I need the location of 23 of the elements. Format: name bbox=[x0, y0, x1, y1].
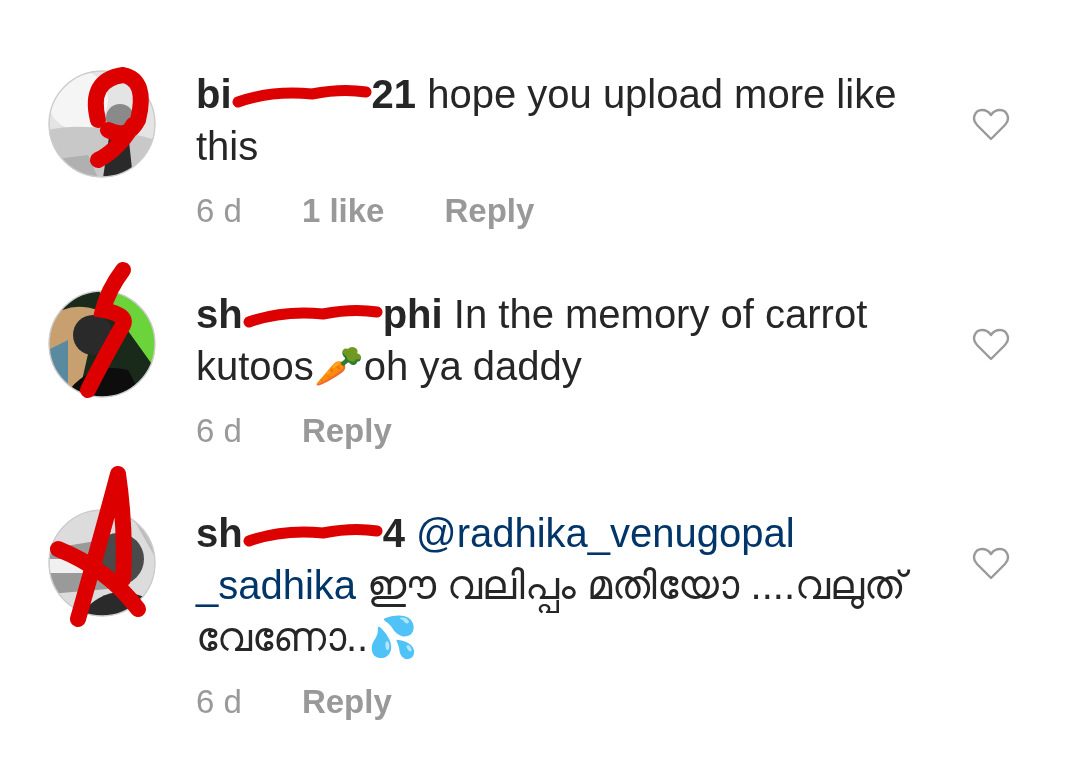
reply-link[interactable]: Reply bbox=[301, 405, 392, 455]
heart-icon[interactable] bbox=[972, 327, 1010, 362]
timestamp: 6 d bbox=[196, 410, 242, 451]
mention-link[interactable]: _sadhika bbox=[196, 559, 357, 611]
username-fragment: sh bbox=[196, 511, 243, 555]
username-fragment: bi bbox=[196, 72, 232, 116]
heart-icon[interactable] bbox=[972, 108, 1010, 142]
comment-text: this bbox=[196, 123, 259, 170]
comment-text: In the memory of carrot bbox=[453, 290, 868, 338]
mention-link[interactable]: @radhika_venugopal bbox=[416, 507, 795, 559]
likes-count[interactable]: 1 like bbox=[301, 186, 385, 236]
heart-icon[interactable] bbox=[972, 547, 1010, 581]
username-fragment: 21 bbox=[371, 72, 417, 116]
username-fragment: 4 bbox=[382, 511, 405, 555]
timestamp: 6 d bbox=[196, 682, 242, 722]
comment-text: kutoos🥕oh ya daddy bbox=[196, 342, 582, 390]
username-fragment: phi bbox=[382, 291, 443, 336]
reply-link[interactable]: Reply bbox=[301, 677, 392, 727]
username-fragment: sh bbox=[196, 291, 243, 336]
comment-text: hope you upload more like bbox=[427, 71, 897, 118]
reply-link[interactable]: Reply bbox=[444, 186, 535, 236]
timestamp: 6 d bbox=[196, 191, 242, 231]
comment-text: വേണോ..💦 bbox=[196, 614, 419, 661]
